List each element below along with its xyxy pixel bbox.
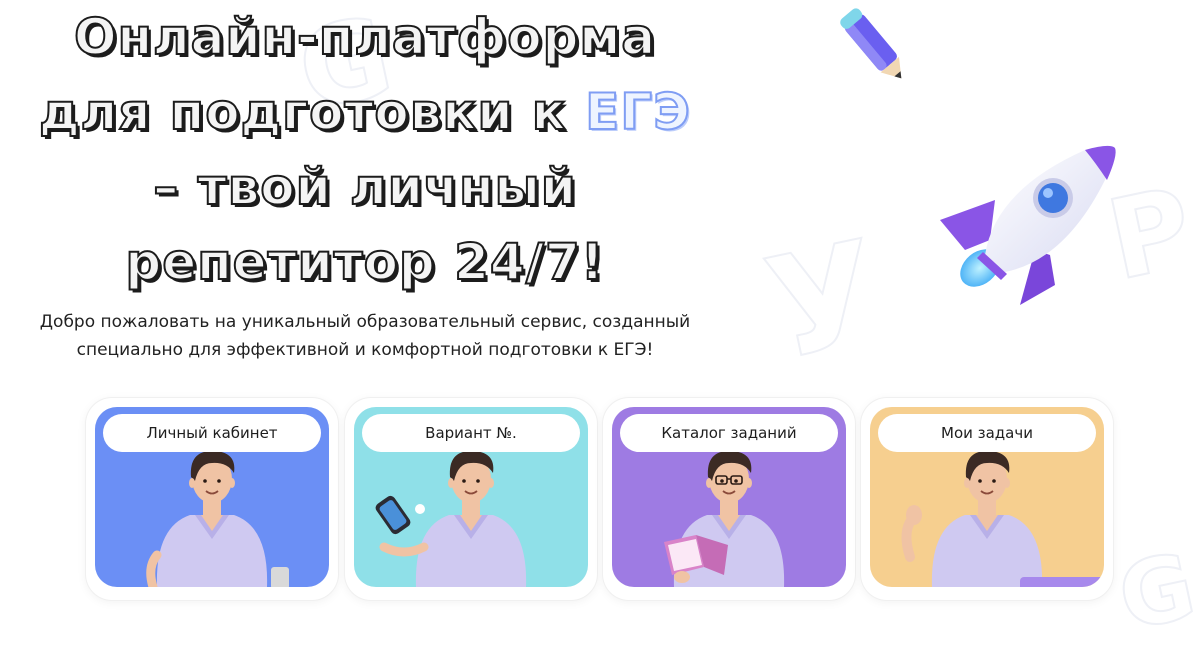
hero-title-text: для подготовки к <box>38 82 586 142</box>
hero-title-line: репетитор 24/7! <box>124 232 605 292</box>
rocket-icon <box>940 145 1116 305</box>
card-my-tasks[interactable]: Мои задачи <box>861 398 1113 600</box>
card-background: Мои задачи <box>870 407 1104 587</box>
hero-description-line: Добро пожаловать на уникальный образоват… <box>39 312 691 332</box>
card-background: Вариант №. <box>354 407 588 587</box>
hero-description-line: специально для эффективной и комфортной … <box>76 340 654 360</box>
card-label: Личный кабинет <box>103 414 321 452</box>
hero-title: Онлайн-платформа для подготовки к ЕГЭ – … <box>0 0 730 300</box>
background-letter: G <box>1109 532 1200 652</box>
hero-title-highlight: ЕГЭ <box>584 82 691 142</box>
card-task-catalog[interactable]: Каталог заданий <box>603 398 855 600</box>
card-label: Вариант №. <box>362 414 580 452</box>
navigation-cards: Личный кабинет Вариант №. Каталог задани… <box>86 398 1116 600</box>
hero-description: Добро пожаловать на уникальный образоват… <box>0 308 730 364</box>
background-letter: У <box>753 210 894 394</box>
card-label: Каталог заданий <box>620 414 838 452</box>
hero-title-line: Онлайн-платформа <box>73 7 656 67</box>
card-background: Каталог заданий <box>612 407 846 587</box>
card-background: Личный кабинет <box>95 407 329 587</box>
pencil-icon <box>840 8 902 79</box>
hero-title-line: – твой личный <box>152 157 577 217</box>
card-variant[interactable]: Вариант №. <box>345 398 597 600</box>
hero-title-line: для подготовки к ЕГЭ <box>0 75 730 150</box>
card-label: Мои задачи <box>878 414 1096 452</box>
card-personal-account[interactable]: Личный кабинет <box>86 398 338 600</box>
